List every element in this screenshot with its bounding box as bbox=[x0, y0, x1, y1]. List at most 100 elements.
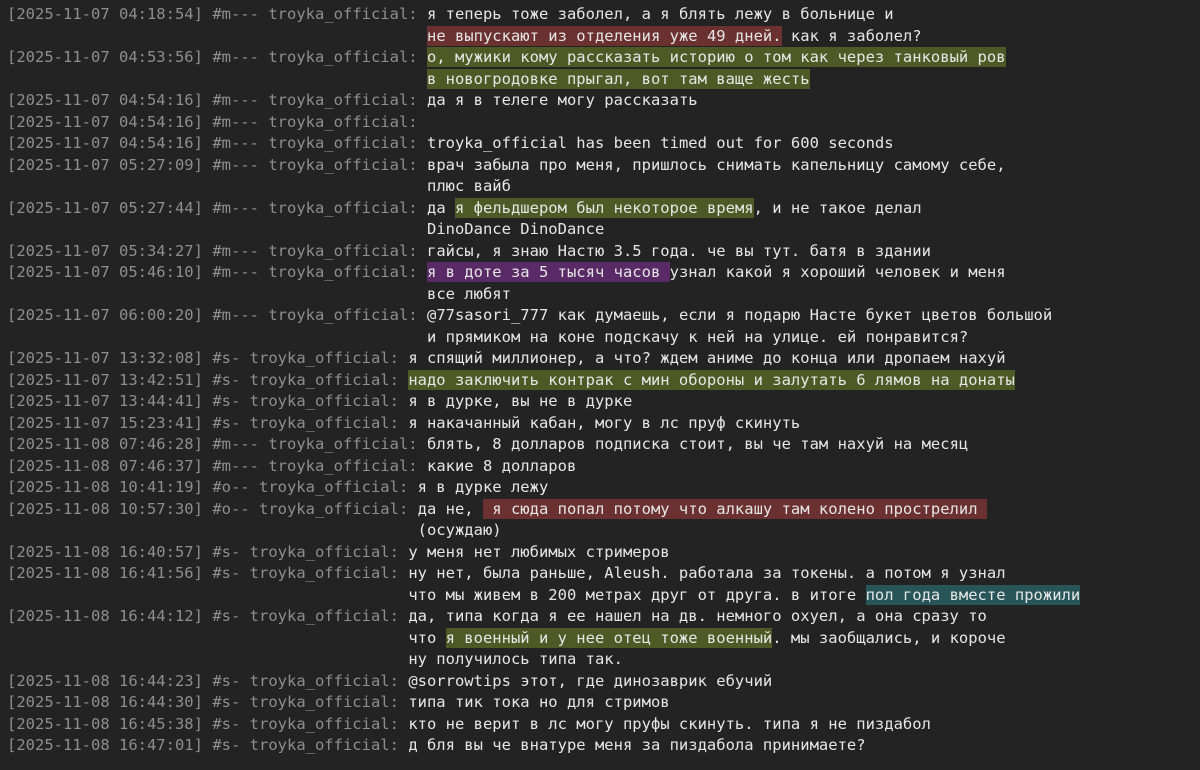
message-username[interactable]: troyka_official: bbox=[250, 349, 399, 367]
chat-message: [2025-11-07 05:27:09] #m--- troyka_offic… bbox=[7, 155, 1200, 198]
message-segment: , и не такое делал bbox=[753, 198, 922, 217]
message-segment: что bbox=[408, 628, 446, 647]
message-text: @sorrowtips этот, где динозаврик ебучий bbox=[408, 671, 772, 693]
message-timestamp: [2025-11-07 04:53:56] bbox=[7, 48, 203, 66]
message-timestamp: [2025-11-08 16:44:30] bbox=[7, 693, 203, 711]
message-segment: все любят bbox=[426, 284, 511, 303]
message-timestamp: [2025-11-08 16:44:12] bbox=[7, 607, 203, 625]
message-meta: [2025-11-08 16:40:57] #s- troyka_officia… bbox=[7, 542, 408, 564]
chat-message: [2025-11-07 15:23:41] #s- troyka_officia… bbox=[7, 413, 1200, 435]
chat-message: [2025-11-08 16:44:30] #s- troyka_officia… bbox=[7, 692, 1200, 714]
message-meta: [2025-11-08 10:41:19] #o-- troyka_offici… bbox=[7, 477, 418, 499]
message-segment: @77sasori_777 как думаешь, если я подарю… bbox=[426, 306, 1053, 324]
message-channel: #m--- bbox=[212, 48, 259, 66]
message-text: @77sasori_777 как думаешь, если я подарю… bbox=[427, 305, 1052, 348]
message-meta: [2025-11-07 05:46:10] #m--- troyka_offic… bbox=[7, 262, 427, 284]
message-segment: узнал какой я хороший человек и меня bbox=[669, 263, 1006, 281]
message-username[interactable]: troyka_official: bbox=[268, 306, 417, 324]
highlighted-text: не выпускают из отделения уже 49 дней. bbox=[426, 25, 782, 46]
message-timestamp: [2025-11-08 16:40:57] bbox=[7, 542, 203, 561]
message-username[interactable]: troyka_official: bbox=[268, 435, 417, 453]
message-meta: [2025-11-08 16:44:30] #s- troyka_officia… bbox=[7, 692, 408, 714]
message-username[interactable]: troyka_official: bbox=[250, 693, 399, 711]
message-meta: [2025-11-07 05:34:27] #m--- troyka_offic… bbox=[7, 241, 427, 263]
message-text: да я в телеге могу рассказать bbox=[427, 90, 698, 112]
message-segment: да я в телеге могу рассказать bbox=[426, 91, 698, 109]
message-segment: ну получилось типа так. bbox=[408, 650, 623, 668]
message-channel: #s- bbox=[212, 714, 241, 733]
message-username[interactable]: troyka_official: bbox=[259, 478, 408, 496]
message-text: я накачанный кабан, могу в лс пруф скину… bbox=[408, 413, 800, 435]
message-timestamp: [2025-11-08 16:41:56] bbox=[7, 564, 203, 582]
message-segment: я в дурке лежу bbox=[417, 478, 549, 496]
message-meta: [2025-11-07 05:27:44] #m--- troyka_offic… bbox=[7, 198, 427, 220]
message-meta: [2025-11-08 16:44:23] #s- troyka_officia… bbox=[7, 671, 408, 693]
message-channel: #s- bbox=[212, 564, 241, 582]
message-timestamp: [2025-11-07 05:46:10] bbox=[7, 263, 203, 281]
message-text: я теперь тоже заболел, а я блять лежу в … bbox=[426, 4, 922, 47]
message-username[interactable]: troyka_official: bbox=[268, 263, 417, 281]
message-segment: да bbox=[426, 198, 455, 217]
message-segment: да не, bbox=[417, 499, 483, 518]
chat-message: [2025-11-07 04:54:16] #m--- troyka_offic… bbox=[7, 90, 1200, 112]
message-text: д бля вы че внатуре меня за пиздабола пр… bbox=[408, 735, 865, 757]
message-meta: [2025-11-07 04:54:16] #m--- troyka_offic… bbox=[7, 90, 427, 112]
message-timestamp: [2025-11-08 07:46:37] bbox=[7, 456, 203, 475]
message-timestamp: [2025-11-08 16:47:01] bbox=[7, 736, 203, 754]
message-username[interactable]: troyka_official: bbox=[250, 543, 399, 561]
chat-message: [2025-11-08 10:41:19] #o-- troyka_offici… bbox=[7, 477, 1200, 499]
message-channel: #s- bbox=[212, 370, 241, 389]
message-timestamp: [2025-11-07 15:23:41] bbox=[7, 413, 203, 432]
message-segment: да, типа когда я ее нашел на дв. немного… bbox=[408, 607, 987, 625]
message-meta: [2025-11-07 13:32:08] #s- troyka_officia… bbox=[7, 348, 408, 370]
chat-message: [2025-11-07 06:00:20] #m--- troyka_offic… bbox=[7, 305, 1200, 348]
message-meta: [2025-11-07 15:23:41] #s- troyka_officia… bbox=[7, 413, 408, 435]
chat-message: [2025-11-08 07:46:37] #m--- troyka_offic… bbox=[7, 456, 1200, 478]
message-username[interactable]: troyka_official: bbox=[250, 672, 399, 690]
message-username[interactable]: troyka_official: bbox=[268, 113, 417, 131]
highlighted-text: я в доте за 5 тысяч часов bbox=[426, 262, 670, 282]
message-username[interactable]: troyka_official: bbox=[250, 607, 399, 625]
message-meta: [2025-11-08 16:47:01] #s- troyka_officia… bbox=[7, 735, 408, 757]
message-username[interactable]: troyka_official: bbox=[250, 414, 399, 432]
highlighted-text: в новогродовке прыгал, вот там ваще жест… bbox=[426, 68, 810, 89]
chat-message: [2025-11-07 04:54:16] #m--- troyka_offic… bbox=[7, 112, 1200, 134]
message-segment: . мы заобщались, и короче bbox=[772, 628, 1006, 647]
message-text: блять, 8 долларов подписка стоит, вы че … bbox=[427, 434, 968, 456]
message-meta: [2025-11-07 13:42:51] #s- troyka_officia… bbox=[7, 370, 408, 392]
message-channel: #s- bbox=[212, 736, 241, 754]
message-username[interactable]: troyka_official: bbox=[250, 715, 399, 733]
message-username[interactable]: troyka_official: bbox=[250, 736, 399, 754]
message-timestamp: [2025-11-08 07:46:28] bbox=[7, 435, 203, 453]
message-username[interactable]: troyka_official: bbox=[268, 242, 417, 260]
message-username[interactable]: troyka_official: bbox=[268, 134, 417, 152]
message-username[interactable]: troyka_official: bbox=[259, 500, 408, 518]
message-timestamp: [2025-11-08 10:41:19] bbox=[7, 478, 203, 496]
message-username[interactable]: troyka_official: bbox=[268, 156, 417, 174]
message-username[interactable]: troyka_official: bbox=[268, 48, 417, 66]
message-username[interactable]: troyka_official: bbox=[250, 371, 399, 389]
message-timestamp: [2025-11-07 04:54:16] bbox=[7, 134, 203, 152]
highlighted-text: о, мужики кому рассказать историю о том … bbox=[426, 47, 1006, 67]
message-username[interactable]: troyka_official: bbox=[250, 564, 399, 582]
message-username[interactable]: troyka_official: bbox=[268, 199, 417, 217]
message-timestamp: [2025-11-07 06:00:20] bbox=[7, 306, 203, 324]
chat-message: [2025-11-07 04:53:56] #m--- troyka_offic… bbox=[7, 47, 1200, 90]
message-channel: #o-- bbox=[212, 478, 250, 496]
message-meta: [2025-11-07 04:18:54] #m--- troyka_offic… bbox=[7, 4, 427, 26]
message-text: я в дурке лежу bbox=[418, 477, 549, 499]
chat-log[interactable]: [2025-11-07 04:18:54] #m--- troyka_offic… bbox=[0, 0, 1200, 757]
message-segment: ну нет, была раньше, Aleush. работала за… bbox=[408, 564, 1006, 582]
message-username[interactable]: troyka_official: bbox=[268, 91, 417, 109]
message-channel: #m--- bbox=[212, 241, 259, 260]
message-username[interactable]: troyka_official: bbox=[250, 392, 399, 410]
message-username[interactable]: troyka_official: bbox=[268, 5, 417, 23]
message-meta: [2025-11-07 05:27:09] #m--- troyka_offic… bbox=[7, 155, 427, 177]
message-segment: я теперь тоже заболел, а я блять лежу в … bbox=[426, 5, 894, 23]
message-segment: troyka_official has been timed out for 6… bbox=[426, 134, 894, 152]
message-username[interactable]: troyka_official: bbox=[268, 457, 417, 475]
message-channel: #m--- bbox=[212, 306, 259, 324]
message-channel: #m--- bbox=[212, 456, 259, 475]
message-meta: [2025-11-07 04:53:56] #m--- troyka_offic… bbox=[7, 47, 427, 69]
chat-message: [2025-11-07 13:44:41] #s- troyka_officia… bbox=[7, 391, 1200, 413]
